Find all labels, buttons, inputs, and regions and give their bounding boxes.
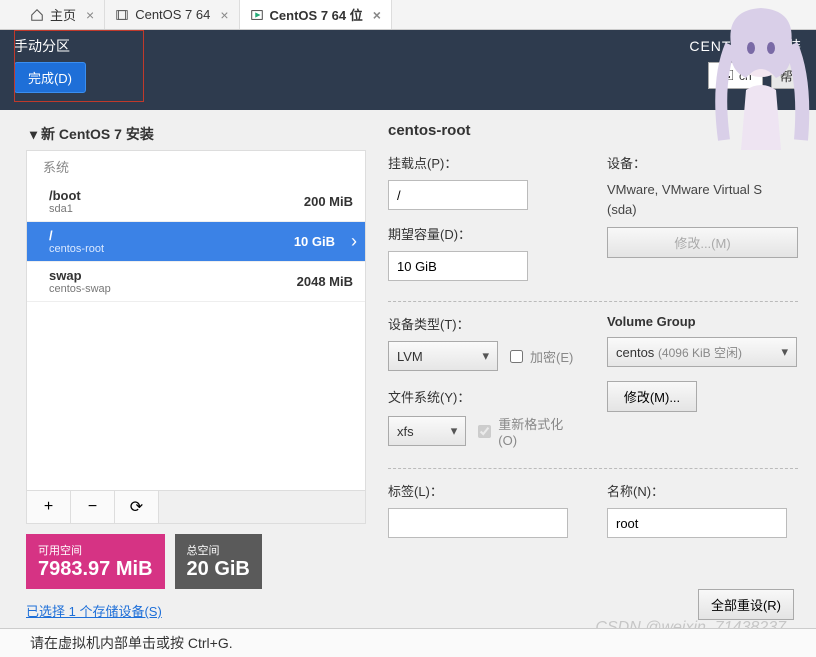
separator: [388, 468, 798, 469]
reset-all-button[interactable]: 全部重设(R): [698, 589, 794, 620]
partition-size: 2048 MiB: [297, 274, 353, 289]
modify-vg-button[interactable]: 修改(M)...: [607, 381, 697, 412]
close-icon[interactable]: ×: [373, 7, 381, 23]
partition-list: 系统 /boot sda1 200 MiB / centos-root 10 G…: [26, 150, 366, 491]
tab-vm-1[interactable]: CentOS 7 64 ×: [105, 0, 239, 29]
tab-vm-2-active[interactable]: CentOS 7 64 位 ×: [240, 0, 392, 29]
keyboard-layout-button[interactable]: cn: [708, 62, 763, 89]
encrypt-checkbox[interactable]: 加密(E): [506, 347, 573, 366]
add-partition-button[interactable]: +: [27, 491, 71, 523]
vm-hint-bar: 请在虚拟机内部单击或按 Ctrl+G.: [0, 628, 816, 657]
filesystem-select[interactable]: xfs: [388, 416, 466, 446]
detail-title: centos-root: [388, 122, 798, 139]
partition-tree-heading[interactable]: ▾ 新 CentOS 7 安装: [26, 118, 366, 150]
partition-name: /boot: [49, 188, 81, 203]
volume-group-label: Volume Group: [607, 314, 798, 329]
partition-item-root[interactable]: / centos-root 10 GiB: [27, 222, 365, 262]
expand-icon: ▾: [30, 126, 37, 143]
partition-name: swap: [49, 268, 111, 283]
total-space-box: 总空间 20 GiB: [175, 534, 262, 589]
partition-detail-pane: centos-root 挂载点(P)： 期望容量(D)： 设备： VMware,…: [376, 118, 806, 620]
remove-partition-button[interactable]: −: [71, 491, 115, 523]
partition-size: 10 GiB: [294, 234, 335, 249]
device-label: 设备：: [607, 153, 798, 172]
installer-header: 手动分区 完成(D) CENTOS 7 安装 cn 帮: [0, 30, 816, 110]
partition-name: /: [49, 228, 104, 243]
space-summary: 可用空间 7983.97 MiB 总空间 20 GiB: [26, 534, 366, 589]
lang-code: cn: [739, 69, 752, 83]
vm-tab-bar: 主页 × CentOS 7 64 × CentOS 7 64 位 ×: [0, 0, 816, 30]
tab-label: CentOS 7 64 位: [270, 5, 363, 24]
partition-category: 系统: [27, 151, 365, 182]
mountpoint-label: 挂载点(P)：: [388, 153, 579, 172]
separator: [388, 301, 798, 302]
page-title: 手动分区: [14, 36, 86, 56]
free-space-label: 可用空间: [38, 542, 153, 558]
modify-device-button: 修改...(M): [607, 227, 798, 258]
name-input[interactable]: [607, 508, 787, 538]
vm-icon: [250, 8, 264, 22]
main-content: ▾ 新 CentOS 7 安装 系统 /boot sda1 200 MiB / …: [0, 110, 816, 620]
storage-devices-link[interactable]: 已选择 1 个存储设备(S): [26, 601, 366, 620]
close-icon[interactable]: ×: [220, 7, 228, 23]
filesystem-label: 文件系统(Y)：: [388, 387, 579, 406]
partition-toolbar: + − ⟳: [26, 491, 366, 524]
partition-pane: ▾ 新 CentOS 7 安装 系统 /boot sda1 200 MiB / …: [26, 118, 366, 620]
reload-button[interactable]: ⟳: [115, 491, 159, 523]
tab-label: 主页: [50, 5, 76, 24]
close-icon[interactable]: ×: [86, 7, 94, 23]
capacity-label: 期望容量(D)：: [388, 224, 579, 243]
vm-icon: [115, 8, 129, 22]
partition-item-swap[interactable]: swap centos-swap 2048 MiB: [27, 262, 365, 302]
device-text: VMware, VMware Virtual S (sda): [607, 180, 798, 219]
partition-item-boot[interactable]: /boot sda1 200 MiB: [27, 182, 365, 222]
device-type-select[interactable]: LVM: [388, 341, 498, 371]
vm-hint-text: 请在虚拟机内部单击或按 Ctrl+G.: [30, 635, 233, 651]
tag-label: 标签(L)：: [388, 481, 579, 500]
keyboard-icon: [719, 69, 733, 83]
home-icon: [30, 8, 44, 22]
install-title: CENTOS 7 安装: [689, 36, 802, 56]
free-space-box: 可用空间 7983.97 MiB: [26, 534, 165, 589]
partition-size: 200 MiB: [304, 194, 353, 209]
total-space-value: 20 GiB: [187, 558, 250, 581]
volume-group-select[interactable]: centos (4096 KiB 空闲): [607, 337, 797, 367]
reformat-checkbox: 重新格式化(O): [474, 414, 579, 448]
free-space-value: 7983.97 MiB: [38, 558, 153, 581]
help-button[interactable]: 帮: [771, 62, 802, 89]
done-button[interactable]: 完成(D): [14, 62, 86, 93]
partition-device: centos-root: [49, 243, 104, 255]
mountpoint-input[interactable]: [388, 180, 528, 210]
device-type-label: 设备类型(T)：: [388, 314, 579, 333]
tag-input[interactable]: [388, 508, 568, 538]
capacity-input[interactable]: [388, 251, 528, 281]
name-label: 名称(N)：: [607, 481, 798, 500]
partition-device: sda1: [49, 203, 81, 215]
tab-home[interactable]: 主页 ×: [20, 0, 105, 29]
partition-device: centos-swap: [49, 283, 111, 295]
tab-label: CentOS 7 64: [135, 7, 210, 22]
total-space-label: 总空间: [187, 542, 250, 558]
